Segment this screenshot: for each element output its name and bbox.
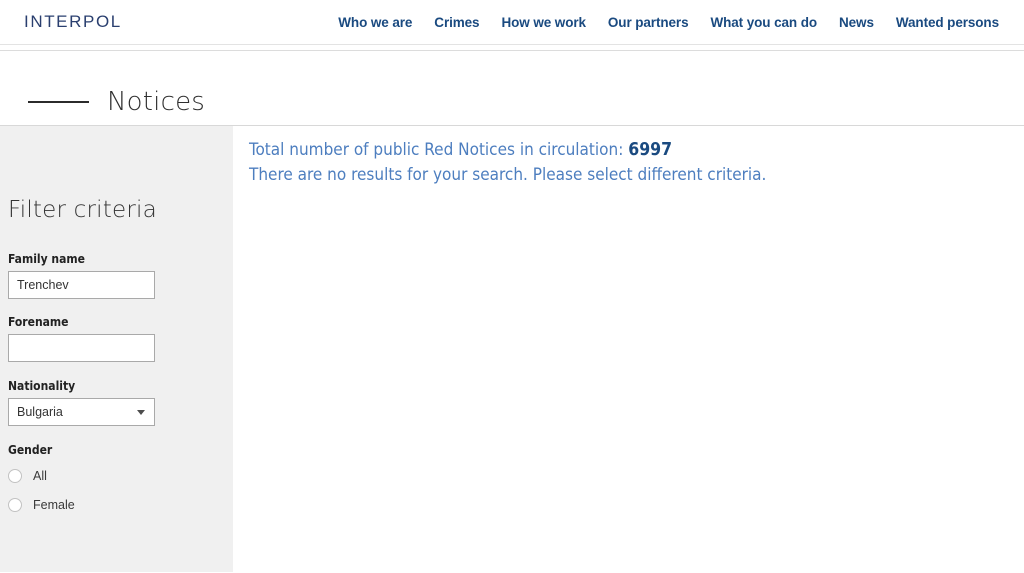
- site-header: INTERPOL Who we are Crimes How we work O…: [0, 0, 1024, 51]
- field-spacer: [8, 426, 225, 443]
- chevron-down-icon: [137, 410, 145, 415]
- nav-item-news[interactable]: News: [828, 15, 885, 31]
- gender-option-female[interactable]: Female: [8, 495, 225, 515]
- field-forename: Forename: [8, 315, 225, 362]
- page-title-band: Notices: [0, 44, 1024, 126]
- nav-item-who-we-are[interactable]: Who we are: [327, 15, 423, 31]
- total-notices-count: 6997: [628, 140, 673, 160]
- content-area: Filter criteria Family name Forename Nat…: [0, 126, 1024, 572]
- field-gender: Gender All Female: [8, 443, 225, 515]
- radio-icon[interactable]: [8, 498, 22, 512]
- family-name-label: Family name: [8, 252, 85, 266]
- field-spacer: [8, 362, 225, 379]
- main-navigation: Who we are Crimes How we work Our partne…: [327, 15, 1010, 31]
- field-nationality: Nationality Bulgaria: [8, 379, 225, 426]
- title-accent-rule: [28, 101, 89, 104]
- nav-item-what-you-can-do[interactable]: What you can do: [699, 15, 828, 31]
- filter-sidebar: Filter criteria Family name Forename Nat…: [0, 126, 233, 572]
- total-notices-prefix: Total number of public Red Notices in ci…: [249, 140, 624, 160]
- nav-item-how-we-work[interactable]: How we work: [490, 15, 596, 31]
- nav-item-wanted-persons[interactable]: Wanted persons: [885, 15, 1010, 31]
- total-notices-line: Total number of public Red Notices in ci…: [249, 138, 1024, 163]
- page-title: Notices: [107, 87, 206, 118]
- nationality-select[interactable]: Bulgaria: [8, 398, 155, 426]
- no-results-message: There are no results for your search. Pl…: [249, 165, 767, 185]
- filter-form: Family name Forename Nationality Bulgari…: [8, 252, 225, 515]
- forename-label: Forename: [8, 315, 69, 329]
- filter-criteria-heading: Filter criteria: [8, 197, 157, 223]
- radio-icon[interactable]: [8, 469, 22, 483]
- gender-option-all[interactable]: All: [8, 466, 225, 486]
- interpol-logo[interactable]: INTERPOL: [24, 13, 122, 30]
- nationality-label: Nationality: [8, 379, 76, 393]
- gender-option-female-label: Female: [33, 498, 75, 512]
- nav-item-crimes[interactable]: Crimes: [423, 15, 490, 31]
- nationality-selected-value: Bulgaria: [17, 405, 63, 419]
- page-title-row: Notices: [0, 72, 205, 133]
- nav-item-our-partners[interactable]: Our partners: [597, 15, 700, 31]
- results-pane: Total number of public Red Notices in ci…: [233, 126, 1024, 188]
- family-name-input[interactable]: [8, 271, 155, 299]
- forename-input[interactable]: [8, 334, 155, 362]
- gender-label: Gender: [8, 443, 53, 457]
- field-family-name: Family name: [8, 252, 225, 299]
- field-spacer: [8, 299, 225, 315]
- gender-option-all-label: All: [33, 469, 47, 483]
